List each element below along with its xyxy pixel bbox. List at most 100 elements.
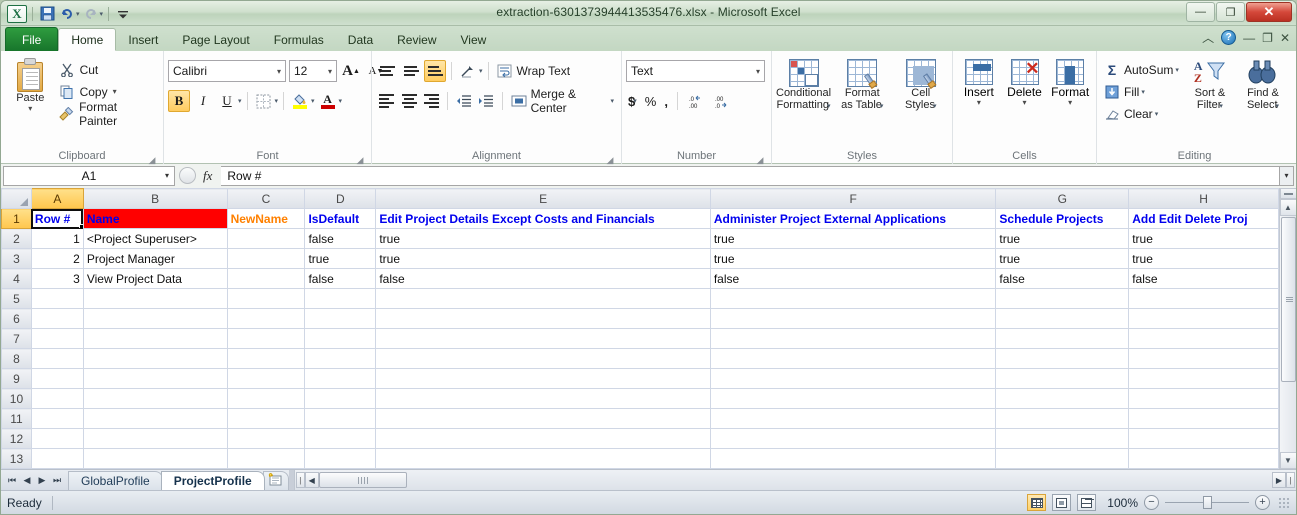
cell-B1[interactable]: Name xyxy=(83,209,227,229)
autosum-caret-icon[interactable]: ▾ xyxy=(1175,66,1179,74)
cell-D8[interactable] xyxy=(305,349,376,369)
number-dialog-launcher[interactable]: ◢ xyxy=(755,153,765,163)
font-size-combo[interactable]: 12 ▾ xyxy=(289,60,337,82)
cell-D7[interactable] xyxy=(305,329,376,349)
cell-B7[interactable] xyxy=(83,329,227,349)
italic-button[interactable]: I xyxy=(192,90,214,112)
borders-button[interactable] xyxy=(253,90,275,112)
column-header-a[interactable]: A xyxy=(31,189,83,209)
column-header-b[interactable]: B xyxy=(83,189,227,209)
cell-H4[interactable]: false xyxy=(1129,269,1279,289)
insert-caret-icon[interactable]: ▾ xyxy=(977,99,981,107)
cell-C8[interactable] xyxy=(227,349,305,369)
orientation-caret-icon[interactable]: ▾ xyxy=(479,67,483,75)
column-header-d[interactable]: D xyxy=(305,189,376,209)
cell-G6[interactable] xyxy=(996,309,1129,329)
column-header-g[interactable]: G xyxy=(996,189,1129,209)
cell-H6[interactable] xyxy=(1129,309,1279,329)
cell-C11[interactable] xyxy=(227,409,305,429)
tab-insert[interactable]: Insert xyxy=(116,28,170,51)
cell-E5[interactable] xyxy=(376,289,711,309)
fill-color-button[interactable] xyxy=(289,90,311,112)
currency-caret-icon[interactable]: ▾ xyxy=(633,97,637,105)
hscroll-left-end-icon[interactable]: | xyxy=(296,472,305,488)
zoom-level[interactable]: 100% xyxy=(1102,496,1138,510)
cell-H1[interactable]: Add Edit Delete Proj xyxy=(1129,209,1279,229)
scroll-up-arrow-icon[interactable]: ▲ xyxy=(1280,199,1297,216)
row-header-4[interactable]: 4 xyxy=(2,269,32,289)
row-header-7[interactable]: 7 xyxy=(2,329,32,349)
column-header-h[interactable]: H xyxy=(1129,189,1279,209)
cell-B12[interactable] xyxy=(83,429,227,449)
hscroll-right-arrow-icon[interactable]: ▶ xyxy=(1272,472,1286,488)
number-format-combo[interactable]: Text ▾ xyxy=(626,60,765,82)
tab-review[interactable]: Review xyxy=(385,28,448,51)
cell-D2[interactable]: false xyxy=(305,229,376,249)
cell-D14[interactable] xyxy=(305,469,376,470)
cell-B4[interactable]: View Project Data xyxy=(83,269,227,289)
decrease-decimal-button[interactable]: .00.0 xyxy=(711,90,733,112)
cell-F13[interactable] xyxy=(710,449,996,469)
cell-C3[interactable] xyxy=(227,249,305,269)
clear-caret-icon[interactable]: ▾ xyxy=(1155,110,1159,118)
vertical-scroll-thumb[interactable] xyxy=(1281,217,1296,382)
font-dialog-launcher[interactable]: ◢ xyxy=(355,153,365,163)
cell-A4[interactable]: 3 xyxy=(31,269,83,289)
cell-F10[interactable] xyxy=(710,389,996,409)
merge-center-caret-icon[interactable]: ▾ xyxy=(610,97,614,105)
cell-D1[interactable]: IsDefault xyxy=(305,209,376,229)
cell-G5[interactable] xyxy=(996,289,1129,309)
percent-button[interactable]: % xyxy=(643,90,659,112)
help-icon[interactable]: ? xyxy=(1221,30,1236,45)
cell-G3[interactable]: true xyxy=(996,249,1129,269)
tab-page-layout[interactable]: Page Layout xyxy=(170,28,261,51)
format-as-table-button[interactable]: Formatas Table▾ xyxy=(835,56,889,113)
cell-F11[interactable] xyxy=(710,409,996,429)
zoom-slider[interactable] xyxy=(1165,495,1249,510)
cell-B14[interactable] xyxy=(83,469,227,470)
cell-C12[interactable] xyxy=(227,429,305,449)
align-left-button[interactable] xyxy=(376,90,397,112)
row-header-5[interactable]: 5 xyxy=(2,289,32,309)
tab-formulas[interactable]: Formulas xyxy=(262,28,336,51)
cell-E7[interactable] xyxy=(376,329,711,349)
cell-F4[interactable]: false xyxy=(710,269,996,289)
align-right-button[interactable] xyxy=(422,90,443,112)
autosum-button[interactable]: Σ AutoSum ▾ xyxy=(1101,60,1182,80)
cell-C6[interactable] xyxy=(227,309,305,329)
cell-B10[interactable] xyxy=(83,389,227,409)
cell-C4[interactable] xyxy=(227,269,305,289)
cell-D9[interactable] xyxy=(305,369,376,389)
column-header-e[interactable]: E xyxy=(376,189,711,209)
cell-A14[interactable] xyxy=(31,469,83,470)
bold-button[interactable]: B xyxy=(168,90,190,112)
row-header-1[interactable]: 1 xyxy=(2,209,32,229)
align-center-button[interactable] xyxy=(399,90,420,112)
insert-worksheet-button[interactable] xyxy=(263,471,289,490)
page-layout-view-button[interactable] xyxy=(1052,494,1071,511)
restore-button[interactable]: ❐ xyxy=(1216,2,1245,22)
cell-F14[interactable] xyxy=(710,469,996,470)
cell-F8[interactable] xyxy=(710,349,996,369)
align-bottom-button[interactable] xyxy=(424,60,446,82)
cell-B11[interactable] xyxy=(83,409,227,429)
conditional-formatting-button[interactable]: ConditionalFormatting▾ xyxy=(776,56,831,113)
cell-F9[interactable] xyxy=(710,369,996,389)
cell-H11[interactable] xyxy=(1129,409,1279,429)
last-sheet-icon[interactable]: ⏭ xyxy=(50,472,64,488)
underline-caret-icon[interactable]: ▾ xyxy=(238,97,242,105)
cell-F5[interactable] xyxy=(710,289,996,309)
cell-C14[interactable] xyxy=(227,469,305,470)
copy-button[interactable]: Copy ▾ xyxy=(56,82,159,101)
sort-filter-button[interactable]: A Z Sort &Filter▾ xyxy=(1186,56,1234,113)
cell-E13[interactable] xyxy=(376,449,711,469)
fx-icon[interactable]: fx xyxy=(198,168,217,184)
next-sheet-icon[interactable]: ▶ xyxy=(35,472,49,488)
cell-A9[interactable] xyxy=(31,369,83,389)
cell-C9[interactable] xyxy=(227,369,305,389)
cell-A3[interactable]: 2 xyxy=(31,249,83,269)
workbook-restore-icon[interactable]: ❐ xyxy=(1262,31,1273,45)
align-middle-button[interactable] xyxy=(400,60,422,82)
fill-button[interactable]: Fill ▾ xyxy=(1101,82,1182,102)
vertical-split-handle[interactable] xyxy=(1280,188,1297,199)
